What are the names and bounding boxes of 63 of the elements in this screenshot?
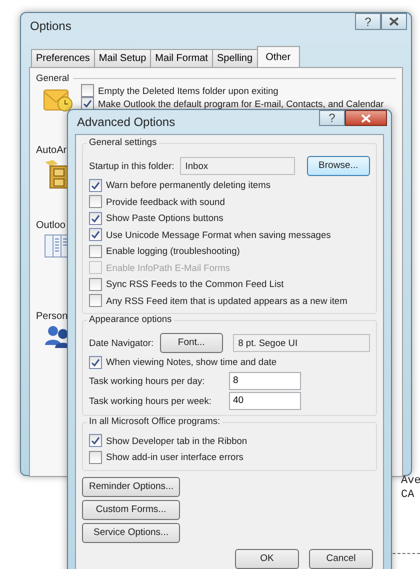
checkbox-label: Empty the Deleted Items folder upon exiting xyxy=(98,86,278,96)
tab[interactable]: Other xyxy=(256,46,300,67)
close-icon xyxy=(361,114,371,122)
checkbox-label: Provide feedback with sound xyxy=(106,196,225,207)
checkbox[interactable] xyxy=(89,356,102,369)
columns-icon xyxy=(44,234,70,258)
font-field: 8 pt. Segoe UI xyxy=(233,334,370,352)
address-text: Ave xyxy=(401,474,420,488)
help-button[interactable]: ? xyxy=(355,13,381,30)
cancel-button[interactable]: Cancel xyxy=(309,548,373,568)
field-label: Task working hours per day: xyxy=(89,376,206,386)
browse-button[interactable]: Browse... xyxy=(306,156,370,176)
checkbox-label: Show Developer tab in the Ribbon xyxy=(106,436,248,446)
checkbox[interactable] xyxy=(89,212,102,225)
group-heading: In all Microsoft Office programs: xyxy=(87,416,222,426)
tab[interactable]: Mail Setup xyxy=(94,49,152,67)
checkbox-label: When viewing Notes, show time and date xyxy=(106,357,277,368)
checkbox-label: Make Outlook the default program for E-mail, Contacts, and Calendar xyxy=(98,98,384,108)
checkbox-label: Warn before permanently deleting items xyxy=(106,180,270,190)
checkbox-label: Show add-in user interface errors xyxy=(106,452,244,462)
tab[interactable]: Spelling xyxy=(212,49,258,67)
ok-button[interactable]: OK xyxy=(235,548,299,568)
checkbox[interactable] xyxy=(89,195,102,208)
close-icon xyxy=(389,17,399,26)
checkbox-label: Sync RSS Feeds to the Common Feed List xyxy=(106,279,284,290)
close-button[interactable] xyxy=(381,13,407,30)
field-label: Startup in this folder: xyxy=(89,160,174,170)
section-heading: Person xyxy=(36,310,67,323)
checkbox-label: Enable InfoPath E-Mail Forms xyxy=(106,262,230,273)
checkbox[interactable] xyxy=(89,294,102,308)
checkbox[interactable] xyxy=(89,450,102,464)
checkbox[interactable] xyxy=(89,228,102,242)
checkbox[interactable] xyxy=(89,278,102,291)
tab[interactable]: Mail Format xyxy=(150,49,213,67)
close-button[interactable] xyxy=(345,110,387,126)
group-heading: General settings xyxy=(87,137,159,147)
input-field[interactable]: 8 xyxy=(229,372,301,390)
checkbox[interactable] xyxy=(89,244,102,258)
options-button[interactable]: Service Options... xyxy=(82,522,180,542)
options-button[interactable]: Custom Forms... xyxy=(82,500,180,520)
help-button[interactable]: ? xyxy=(319,110,345,126)
checkbox[interactable] xyxy=(89,434,102,448)
field-label: Date Navigator: xyxy=(89,338,154,348)
address-text: CA xyxy=(401,488,416,502)
checkbox[interactable] xyxy=(81,84,94,97)
window-title: Options xyxy=(30,19,72,33)
dialog-title: Advanced Options xyxy=(77,115,176,129)
options-button[interactable]: Reminder Options... xyxy=(82,476,180,496)
folder-field[interactable]: Inbox xyxy=(180,156,295,174)
checkbox-label: Show Paste Options buttons xyxy=(106,213,224,224)
group-heading: Appearance options xyxy=(87,314,174,324)
section-heading: AutoAr xyxy=(36,144,67,157)
group-heading: General xyxy=(36,73,70,83)
field-label: Task working hours per week: xyxy=(89,396,212,406)
checkbox-label: Enable logging (troubleshooting) xyxy=(106,246,240,256)
font-button[interactable]: Font... xyxy=(160,332,224,352)
section-heading: Outloo xyxy=(36,219,66,232)
checkbox-label: Any RSS Feed item that is updated appears as a new item xyxy=(106,296,348,306)
tab[interactable]: Preferences xyxy=(31,49,95,67)
checkbox[interactable] xyxy=(89,178,102,192)
checkbox[interactable] xyxy=(81,97,94,110)
input-field[interactable]: 40 xyxy=(229,392,301,410)
checkbox-label: Use Unicode Message Format when saving messages xyxy=(106,230,331,240)
